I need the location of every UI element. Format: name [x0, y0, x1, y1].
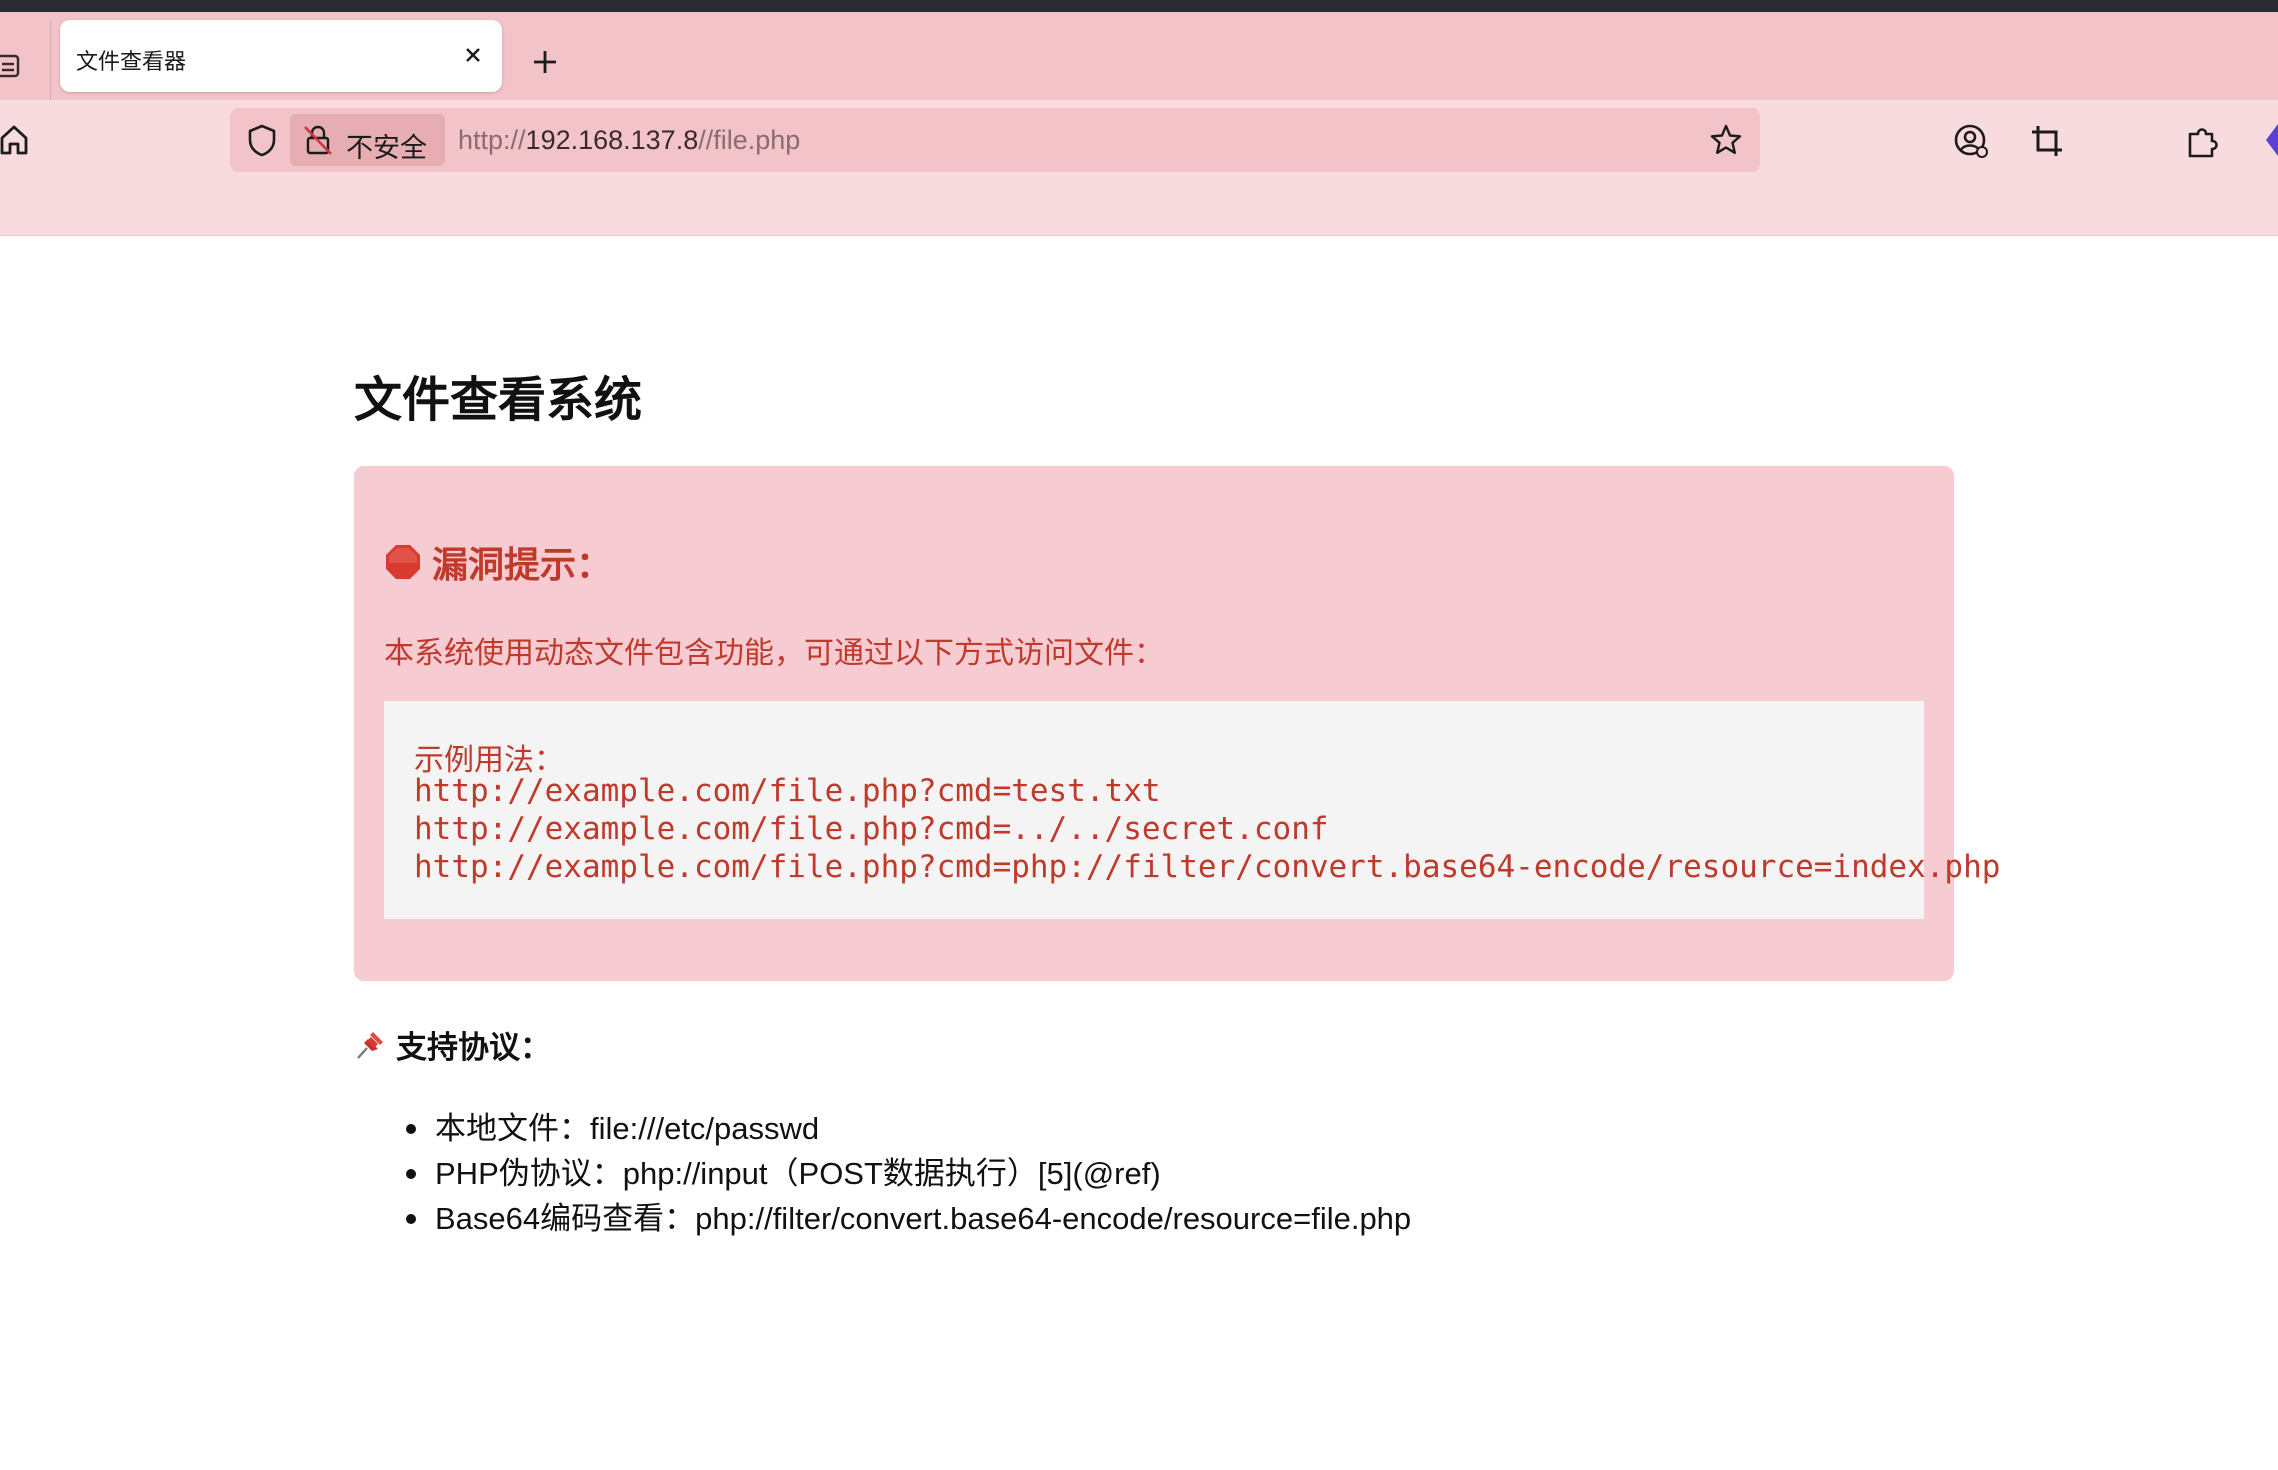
- vulnerability-alert: 漏洞提示： 本系统使用动态文件包含功能，可通过以下方式访问文件： 示例用法： h…: [354, 466, 2000, 981]
- bullet: [406, 1124, 416, 1134]
- crop-icon[interactable]: [2028, 122, 2066, 160]
- tab-separator: [50, 20, 51, 100]
- bullet: [406, 1169, 416, 1179]
- list-item: Base64编码查看：php://filter/convert.base64-e…: [400, 1196, 1411, 1241]
- protocol-text: 本地文件：file:///etc/passwd: [435, 1111, 820, 1146]
- protocol-text: Base64编码查看：php://filter/convert.base64-e…: [435, 1201, 1412, 1236]
- protocol-text: PHP伪协议：php://input（POST数据执行）[5](@ref): [435, 1156, 1161, 1191]
- plus-icon[interactable]: [525, 42, 565, 82]
- tab-list-icon[interactable]: [0, 52, 22, 80]
- code-example-block: 示例用法： http://example.com/file.php?cmd=te…: [384, 701, 2000, 919]
- account-icon[interactable]: [1952, 122, 1990, 160]
- protocols-list: 本地文件：file:///etc/passwd PHP伪协议：php://inp…: [400, 1106, 1411, 1241]
- code-line: http://example.com/file.php?cmd=test.txt: [414, 773, 1161, 809]
- alert-heading: 漏洞提示：: [384, 536, 612, 588]
- url-host: 192.168.137.8: [525, 125, 699, 155]
- stop-sign-icon: [386, 545, 420, 579]
- url-text[interactable]: http://192.168.137.8//file.php: [458, 125, 800, 156]
- code-line: http://example.com/file.php?cmd=../../se…: [414, 811, 1329, 847]
- navigation-toolbar: 不安全 http://192.168.137.8//file.php: [0, 100, 2278, 236]
- code-line: http://example.com/file.php?cmd=php://fi…: [414, 849, 2001, 885]
- protocols-heading-text: 支持协议：: [396, 1030, 551, 1065]
- insecure-label: 不安全: [346, 133, 427, 163]
- url-scheme: http://: [458, 125, 526, 155]
- url-path: //file.php: [698, 125, 801, 155]
- close-icon[interactable]: [458, 40, 488, 70]
- window-top-strip: [0, 0, 2278, 12]
- alert-heading-text: 漏洞提示：: [432, 544, 613, 585]
- insecure-lock-icon: [304, 125, 332, 155]
- connection-insecure-badge[interactable]: 不安全: [290, 114, 445, 166]
- puzzle-icon[interactable]: [2184, 122, 2222, 160]
- tab-title: 文件查看器: [76, 49, 187, 74]
- address-bar[interactable]: 不安全 http://192.168.137.8//file.php: [230, 108, 1760, 172]
- shield-icon[interactable]: [244, 122, 280, 158]
- page-content: 文件查看系统 漏洞提示： 本系统使用动态文件包含功能，可通过以下方式访问文件： …: [0, 236, 2278, 1470]
- list-item: PHP伪协议：php://input（POST数据执行）[5](@ref): [400, 1151, 1411, 1196]
- extension-edge-icon[interactable]: [2262, 118, 2278, 162]
- home-icon[interactable]: [0, 122, 32, 158]
- tab-active[interactable]: 文件查看器: [60, 20, 502, 92]
- star-icon[interactable]: [1708, 122, 1744, 158]
- bullet: [406, 1214, 416, 1224]
- tab-bar: 文件查看器: [0, 12, 2278, 100]
- page-title: 文件查看系统: [354, 374, 643, 427]
- alert-description: 本系统使用动态文件包含功能，可通过以下方式访问文件：: [384, 637, 1164, 670]
- pushpin-icon: [357, 1031, 383, 1059]
- protocols-heading: 支持协议：: [354, 1022, 551, 1067]
- list-item: 本地文件：file:///etc/passwd: [400, 1106, 1411, 1151]
